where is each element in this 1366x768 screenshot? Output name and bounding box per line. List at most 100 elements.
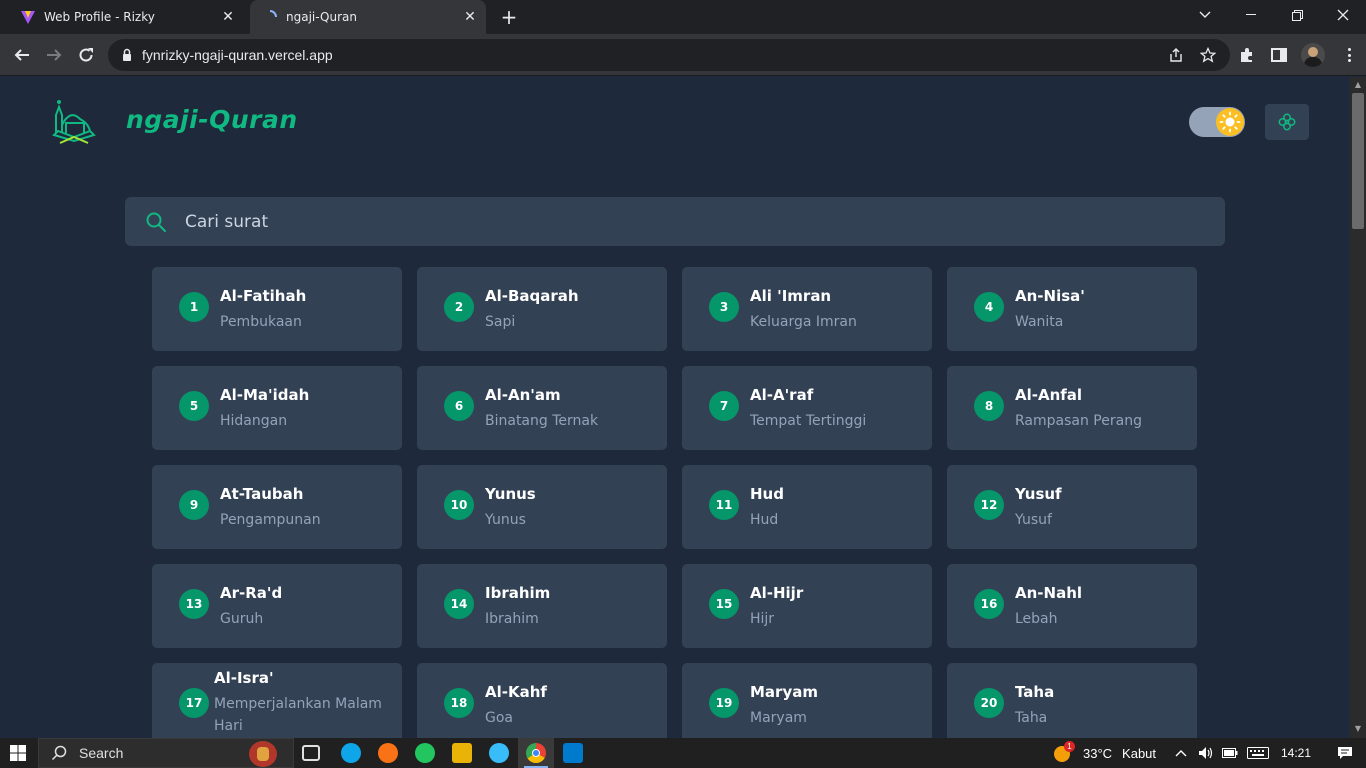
chrome-taskbar-button[interactable] <box>518 738 554 768</box>
profile-avatar[interactable] <box>1301 43 1325 67</box>
loading-spinner-icon <box>269 10 277 18</box>
address-bar[interactable]: fynrizky-ngaji-quran.vercel.app <box>108 39 1230 71</box>
tab-title: Web Profile - Rizky <box>44 10 155 24</box>
surah-number-badge: 14 <box>444 589 474 619</box>
extensions-puzzle-icon[interactable] <box>1238 46 1256 64</box>
surah-number-badge: 1 <box>179 292 209 322</box>
notifications-icon[interactable] <box>1337 746 1353 760</box>
surah-card[interactable]: 17 Al-Isra' Memperjalankan Malam Hari <box>152 663 402 738</box>
surah-card[interactable]: 15 Al-Hijr Hijr <box>682 564 932 648</box>
side-panel-icon[interactable] <box>1270 46 1288 64</box>
brand-title[interactable]: ngaji-Quran <box>126 105 298 134</box>
new-tab-button[interactable]: + <box>498 6 520 28</box>
surah-name: Hud <box>750 485 784 503</box>
edge-dev-icon[interactable] <box>489 743 509 763</box>
surah-meaning: Yunus <box>485 512 526 528</box>
surah-name: Ibrahim <box>485 584 551 602</box>
surah-meaning: Taha <box>1015 710 1048 726</box>
search-bar[interactable] <box>125 197 1225 246</box>
close-tab-icon[interactable]: ✕ <box>220 9 236 25</box>
surah-number-badge: 19 <box>709 688 739 718</box>
surah-number-badge: 5 <box>179 391 209 421</box>
surah-meaning: Lebah <box>1015 611 1058 627</box>
surah-card[interactable]: 1 Al-Fatihah Pembukaan <box>152 267 402 351</box>
back-arrow-icon[interactable] <box>9 42 35 68</box>
surah-card[interactable]: 8 Al-Anfal Rampasan Perang <box>947 366 1197 450</box>
surah-card[interactable]: 6 Al-An'am Binatang Ternak <box>417 366 667 450</box>
reload-icon[interactable] <box>73 42 99 68</box>
battery-icon[interactable] <box>1222 748 1238 758</box>
clock-time[interactable]: 14:21 <box>1281 746 1311 760</box>
surah-card[interactable]: 11 Hud Hud <box>682 465 932 549</box>
scrollbar-thumb[interactable] <box>1352 93 1364 229</box>
windows-start-icon[interactable] <box>10 745 26 761</box>
volume-icon[interactable] <box>1198 746 1214 760</box>
surah-meaning: Hud <box>750 512 779 528</box>
surah-name: Taha <box>1015 683 1055 701</box>
firefox-icon[interactable] <box>378 743 398 763</box>
kebab-menu-icon[interactable] <box>1340 46 1358 64</box>
surah-number-badge: 3 <box>709 292 739 322</box>
surah-number-badge: 16 <box>974 589 1004 619</box>
surah-number-badge: 11 <box>709 490 739 520</box>
surah-card[interactable]: 14 Ibrahim Ibrahim <box>417 564 667 648</box>
weather-widget[interactable]: 1 33°C Kabut <box>1052 738 1156 768</box>
surah-card[interactable]: 9 At-Taubah Pengampunan <box>152 465 402 549</box>
tab-web-profile[interactable]: Web Profile - Rizky ✕ <box>8 0 244 34</box>
mosque-quran-logo-icon[interactable] <box>50 93 100 145</box>
close-tab-icon[interactable]: ✕ <box>462 9 478 25</box>
surah-name: Al-Isra' <box>214 669 274 687</box>
share-icon[interactable] <box>1168 47 1184 63</box>
url-text: fynrizky-ngaji-quran.vercel.app <box>142 47 333 63</box>
edge-browser-icon[interactable] <box>341 743 361 763</box>
chevron-up-icon[interactable] <box>1175 749 1187 757</box>
tab-ngaji-quran[interactable]: ngaji-Quran ✕ <box>250 0 486 34</box>
surah-name: Maryam <box>750 683 818 701</box>
surah-card[interactable]: 12 Yusuf Yusuf <box>947 465 1197 549</box>
search-input[interactable] <box>185 206 1185 237</box>
surah-card[interactable]: 7 Al-A'raf Tempat Tertinggi <box>682 366 932 450</box>
search-icon <box>146 212 166 232</box>
bookmark-star-icon[interactable] <box>1200 47 1216 63</box>
taskbar-search-box[interactable]: Search <box>38 738 294 768</box>
close-window-icon[interactable] <box>1320 0 1366 30</box>
surah-meaning: Sapi <box>485 314 516 330</box>
surah-card[interactable]: 16 An-Nahl Lebah <box>947 564 1197 648</box>
taskbar-search-label: Search <box>79 745 124 761</box>
surah-name: An-Nahl <box>1015 584 1083 602</box>
surah-name: Ali 'Imran <box>750 287 832 305</box>
surah-meaning: Pengampunan <box>220 512 321 528</box>
whatsapp-icon[interactable] <box>415 743 435 763</box>
surah-name: Al-A'raf <box>750 386 814 404</box>
file-explorer-icon[interactable] <box>452 743 472 763</box>
weather-temp: 33°C <box>1083 745 1113 761</box>
surah-card[interactable]: 10 Yunus Yunus <box>417 465 667 549</box>
page-scrollbar[interactable]: ▲ ▼ <box>1350 77 1366 738</box>
scroll-down-arrow-icon[interactable]: ▼ <box>1354 725 1362 733</box>
restore-icon[interactable] <box>1274 0 1320 30</box>
surah-number-badge: 2 <box>444 292 474 322</box>
search-highlight-icon <box>249 741 277 767</box>
surah-number-badge: 20 <box>974 688 1004 718</box>
settings-button[interactable] <box>1265 104 1309 140</box>
keyboard-icon[interactable] <box>1247 747 1269 759</box>
flower-settings-icon <box>1278 113 1296 131</box>
surah-card[interactable]: 5 Al-Ma'idah Hidangan <box>152 366 402 450</box>
surah-card[interactable]: 4 An-Nisa' Wanita <box>947 267 1197 351</box>
vscode-icon[interactable] <box>563 743 583 763</box>
minimize-icon[interactable] <box>1228 0 1274 30</box>
surah-card[interactable]: 18 Al-Kahf Goa <box>417 663 667 738</box>
surah-card[interactable]: 13 Ar-Ra'd Guruh <box>152 564 402 648</box>
surah-card[interactable]: 3 Ali 'Imran Keluarga Imran <box>682 267 932 351</box>
surah-card[interactable]: 19 Maryam Maryam <box>682 663 932 738</box>
surah-card[interactable]: 20 Taha Taha <box>947 663 1197 738</box>
tab-search-icon[interactable] <box>1182 0 1228 30</box>
theme-toggle[interactable] <box>1189 107 1245 137</box>
task-view-icon[interactable] <box>302 745 320 761</box>
scroll-up-arrow-icon[interactable]: ▲ <box>1354 81 1362 89</box>
surah-card[interactable]: 2 Al-Baqarah Sapi <box>417 267 667 351</box>
surah-number-badge: 9 <box>179 490 209 520</box>
forward-arrow-icon[interactable] <box>41 42 67 68</box>
tab-title: ngaji-Quran <box>286 10 357 24</box>
surah-number-badge: 4 <box>974 292 1004 322</box>
